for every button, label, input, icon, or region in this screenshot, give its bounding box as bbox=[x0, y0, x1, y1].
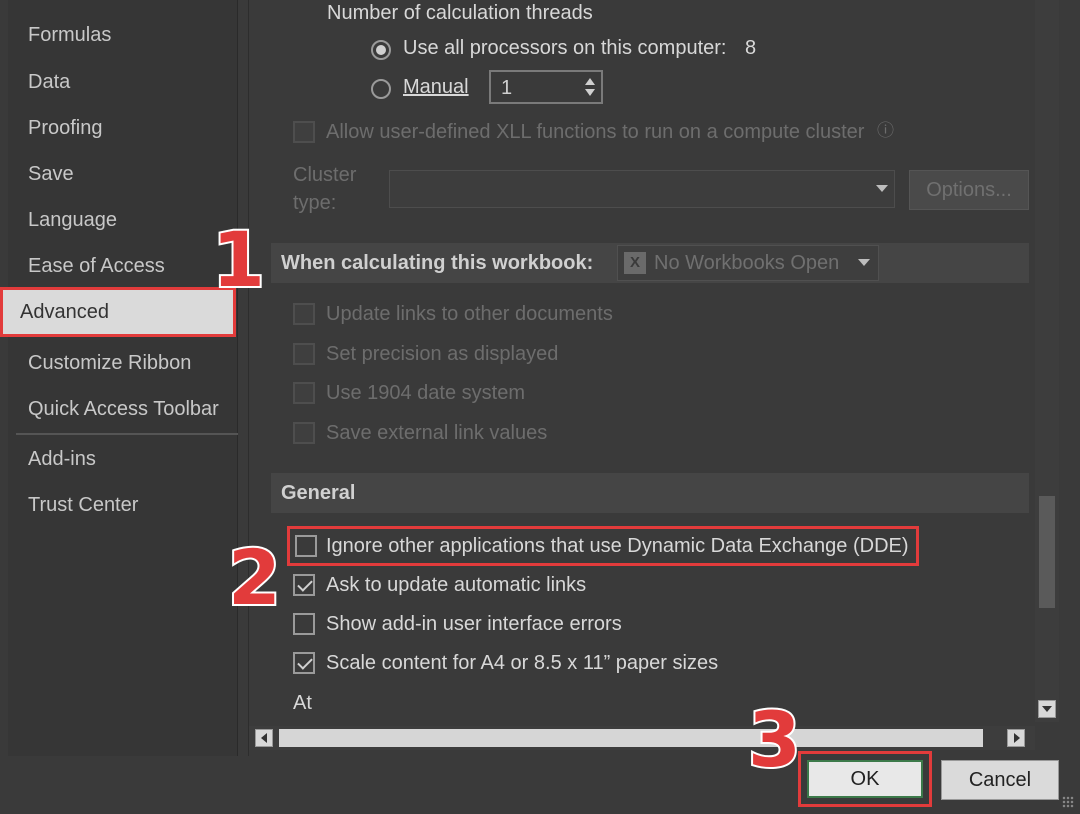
save-external-links-checkbox[interactable] bbox=[293, 422, 315, 444]
nav-item-ease-of-access[interactable]: Ease of Access bbox=[28, 255, 165, 278]
step-2-badge: 2 bbox=[226, 533, 283, 622]
manual-threads-label: Manual bbox=[403, 76, 469, 98]
nav-item-trust-center[interactable]: Trust Center bbox=[28, 494, 138, 517]
step-1-badge: 1 bbox=[210, 215, 267, 304]
scroll-down-button[interactable] bbox=[1038, 700, 1056, 718]
manual-threads-stepper[interactable]: 1 bbox=[489, 70, 603, 104]
cluster-type-label-2: type: bbox=[293, 192, 337, 214]
general-section-title: General bbox=[281, 482, 356, 504]
ask-update-links-checkbox[interactable] bbox=[293, 574, 315, 596]
nav-separator bbox=[16, 433, 238, 435]
nav-item-advanced-label: Advanced bbox=[20, 301, 109, 323]
scale-content-label: Scale content for A4 or 8.5 x 11” paper … bbox=[326, 652, 719, 674]
excel-icon: X bbox=[624, 252, 646, 274]
date-1904-checkbox[interactable] bbox=[293, 382, 315, 404]
stepper-up-icon[interactable] bbox=[585, 78, 595, 85]
show-addin-errors-label: Show add-in user interface errors bbox=[326, 613, 622, 635]
cluster-type-dropdown[interactable] bbox=[389, 170, 895, 208]
workbook-dropdown-value: No Workbooks Open bbox=[654, 252, 840, 274]
arrow-right-icon bbox=[1014, 733, 1020, 743]
nav-item-proofing[interactable]: Proofing bbox=[28, 117, 103, 140]
nav-item-quick-access-toolbar[interactable]: Quick Access Toolbar bbox=[28, 398, 219, 421]
horizontal-scroll-thumb[interactable] bbox=[279, 729, 983, 747]
cancel-button[interactable]: Cancel bbox=[941, 760, 1059, 800]
xll-cluster-label: Allow user-defined XLL functions to run … bbox=[326, 121, 865, 143]
update-links-label: Update links to other documents bbox=[326, 303, 613, 325]
set-precision-label: Set precision as displayed bbox=[326, 343, 559, 365]
nav-item-save[interactable]: Save bbox=[28, 163, 74, 186]
cluster-options-button[interactable]: Options... bbox=[909, 170, 1029, 210]
date-1904-label: Use 1904 date system bbox=[326, 382, 525, 404]
chevron-down-icon bbox=[876, 185, 888, 192]
chevron-down-icon bbox=[858, 259, 870, 266]
workbook-section-title: When calculating this workbook: bbox=[281, 252, 594, 274]
nav-item-customize-ribbon[interactable]: Customize Ribbon bbox=[28, 352, 191, 375]
vertical-scroll-thumb[interactable] bbox=[1039, 496, 1055, 608]
show-addin-errors-checkbox[interactable] bbox=[293, 613, 315, 635]
nav-item-data[interactable]: Data bbox=[28, 71, 70, 94]
use-all-processors-label: Use all processors on this computer: bbox=[403, 37, 727, 59]
arrow-left-icon bbox=[261, 733, 267, 743]
ignore-dde-checkbox[interactable] bbox=[295, 535, 317, 557]
step-3-badge: 3 bbox=[746, 695, 803, 784]
vertical-scrollbar[interactable] bbox=[1035, 0, 1059, 722]
general-section-header: General bbox=[271, 473, 1029, 513]
scale-content-checkbox[interactable] bbox=[293, 652, 315, 674]
nav-item-advanced[interactable]: Advanced bbox=[0, 287, 236, 337]
nav-item-add-ins[interactable]: Add-ins bbox=[28, 448, 96, 471]
xll-cluster-checkbox[interactable] bbox=[293, 121, 315, 143]
processor-count: 8 bbox=[745, 37, 757, 59]
nav-item-language[interactable]: Language bbox=[28, 209, 117, 232]
manual-threads-value: 1 bbox=[501, 77, 513, 99]
threads-label: Number of calculation threads bbox=[327, 2, 593, 24]
ignore-dde-label: Ignore other applications that use Dynam… bbox=[326, 535, 909, 557]
set-precision-checkbox[interactable] bbox=[293, 343, 315, 365]
save-external-links-label: Save external link values bbox=[326, 422, 548, 444]
ok-button[interactable]: OK bbox=[807, 760, 923, 798]
annotation-highlight-ok: OK bbox=[798, 751, 932, 807]
workbook-dropdown[interactable]: X No Workbooks Open bbox=[617, 245, 879, 281]
scroll-right-button[interactable] bbox=[1007, 729, 1025, 747]
use-all-processors-radio[interactable] bbox=[371, 40, 391, 60]
options-nav: Formulas Data Proofing Save Language Eas… bbox=[8, 0, 238, 756]
info-icon: ⓘ bbox=[877, 121, 894, 140]
horizontal-scrollbar[interactable] bbox=[249, 726, 1035, 750]
arrow-down-icon bbox=[1042, 706, 1052, 712]
ask-update-links-label: Ask to update automatic links bbox=[326, 574, 587, 596]
manual-threads-radio[interactable] bbox=[371, 79, 391, 99]
cluster-type-label-1: Cluster bbox=[293, 164, 357, 186]
nav-item-formulas[interactable]: Formulas bbox=[28, 24, 111, 47]
options-scroll-area: Number of calculation threads Use all pr… bbox=[249, 0, 1035, 722]
update-links-checkbox[interactable] bbox=[293, 303, 315, 325]
stepper-down-icon[interactable] bbox=[585, 89, 595, 96]
partial-option-label: At bbox=[293, 692, 312, 714]
options-panel: Number of calculation threads Use all pr… bbox=[248, 0, 1059, 756]
resize-grip-icon[interactable] bbox=[1062, 796, 1074, 808]
scroll-left-button[interactable] bbox=[255, 729, 273, 747]
